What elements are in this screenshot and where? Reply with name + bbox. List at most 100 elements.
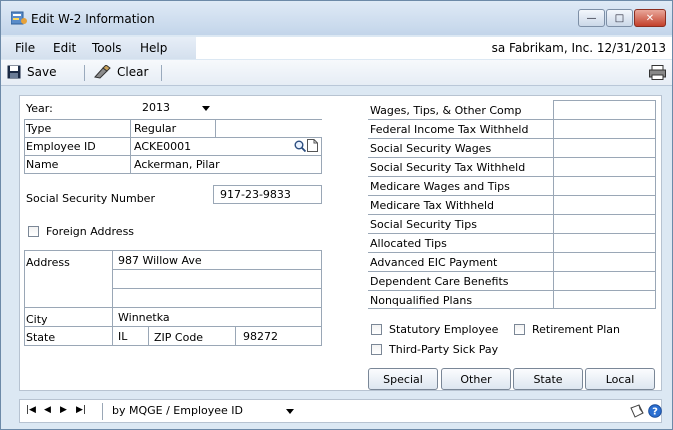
menu-edit[interactable]: Edit — [53, 41, 76, 55]
grid-line — [24, 155, 322, 156]
grid-line — [235, 326, 236, 345]
federal-tax-label: Federal Income Tax Withheld — [370, 123, 529, 136]
other-button[interactable]: Other — [441, 368, 511, 390]
grid-line — [368, 252, 656, 253]
grid-line — [553, 100, 554, 309]
clear-button[interactable]: Clear — [93, 65, 148, 79]
chevron-down-icon — [286, 409, 294, 414]
grid-line — [368, 271, 656, 272]
other-label: Other — [460, 372, 492, 386]
dependent-care-field[interactable] — [556, 275, 653, 289]
federal-tax-field[interactable] — [556, 123, 653, 137]
ss-tips-label: Social Security Tips — [370, 218, 477, 231]
employee-id-field[interactable]: ACKE0001 — [134, 140, 191, 153]
last-record-button[interactable]: ▶| — [76, 405, 86, 415]
state-button[interactable]: State — [513, 368, 583, 390]
lookup-icon[interactable] — [294, 140, 306, 152]
sort-order-value: by MQGE / Employee ID — [112, 404, 244, 417]
menu-tools[interactable]: Tools — [92, 41, 122, 55]
help-icon[interactable]: ? — [648, 404, 662, 418]
name-value: Ackerman, Pilar — [134, 158, 220, 171]
grid-line — [112, 288, 322, 289]
previous-record-button[interactable]: ◀ — [44, 405, 51, 415]
next-record-button[interactable]: ▶ — [60, 405, 67, 415]
retirement-plan-checkbox[interactable] — [514, 324, 525, 335]
foreign-address-checkbox[interactable] — [28, 226, 39, 237]
grid-line — [112, 250, 113, 345]
minimize-button[interactable]: — — [578, 9, 605, 27]
eic-payment-field[interactable] — [556, 256, 653, 270]
local-button[interactable]: Local — [585, 368, 655, 390]
ss-wages-field[interactable] — [556, 142, 653, 156]
name-label: Name — [26, 158, 59, 171]
status-separator — [102, 403, 103, 420]
grid-line — [321, 137, 322, 173]
special-button[interactable]: Special — [368, 368, 438, 390]
menu-strip: File Edit Tools Help — [1, 37, 196, 59]
grid-line — [24, 307, 322, 308]
nonqualified-plans-label: Nonqualified Plans — [370, 294, 473, 307]
menu-file[interactable]: File — [15, 41, 35, 55]
grid-line — [368, 308, 656, 309]
title-bar: Edit W-2 Information — □ ✕ — [1, 1, 672, 35]
address-line-1[interactable]: 987 Willow Ave — [114, 254, 202, 267]
year-label: Year: — [26, 102, 53, 115]
ssn-label: Social Security Number — [26, 192, 155, 205]
grid-line — [368, 138, 656, 139]
save-icon — [7, 65, 21, 79]
zip-field[interactable]: 98272 — [239, 330, 278, 343]
grid-line — [112, 269, 322, 270]
medicare-tax-label: Medicare Tax Withheld — [370, 199, 495, 212]
first-record-button[interactable]: |◀ — [26, 405, 36, 415]
state-field[interactable]: IL — [114, 330, 127, 343]
allocated-tips-field[interactable] — [556, 237, 653, 251]
ss-tax-label: Social Security Tax Withheld — [370, 161, 526, 174]
toolbar: Save Clear — [1, 60, 672, 86]
note-window-icon[interactable] — [630, 404, 644, 418]
city-field[interactable]: Winnetka — [114, 311, 170, 324]
menu-bar: File Edit Tools Help sa Fabrikam, Inc. 1… — [1, 37, 672, 59]
grid-line — [368, 119, 656, 120]
state-label: State — [26, 331, 56, 344]
grid-line — [130, 119, 131, 173]
wages-field[interactable] — [556, 104, 653, 118]
eic-payment-label: Advanced EIC Payment — [370, 256, 498, 269]
third-party-sick-pay-checkbox[interactable] — [371, 344, 382, 355]
grid-line — [24, 137, 322, 138]
address-line-3[interactable] — [114, 292, 319, 306]
clear-label: Clear — [117, 65, 149, 79]
grid-line — [368, 176, 656, 177]
menu-help[interactable]: Help — [140, 41, 167, 55]
sort-order-select[interactable]: by MQGE / Employee ID — [108, 402, 298, 420]
type-value: Regular — [134, 122, 177, 135]
type-label: Type — [26, 122, 52, 135]
medicare-tax-field[interactable] — [556, 199, 653, 213]
grid-line — [368, 290, 656, 291]
allocated-tips-label: Allocated Tips — [370, 237, 447, 250]
nonqualified-plans-field[interactable] — [556, 294, 653, 307]
statutory-employee-checkbox[interactable] — [371, 324, 382, 335]
medicare-wages-label: Medicare Wages and Tips — [370, 180, 510, 193]
year-select[interactable]: 2013 — [132, 99, 216, 117]
window-title: Edit W-2 Information — [31, 12, 155, 26]
medicare-wages-field[interactable] — [556, 180, 653, 194]
ss-wages-label: Social Security Wages — [370, 142, 492, 155]
ss-tips-field[interactable] — [556, 218, 653, 232]
address-line-2[interactable] — [114, 273, 319, 287]
grid-line — [368, 157, 656, 158]
ss-tax-field[interactable] — [556, 161, 653, 175]
grid-line — [24, 326, 322, 327]
close-button[interactable]: ✕ — [634, 9, 666, 27]
company-info: sa Fabrikam, Inc. 12/31/2013 — [491, 41, 666, 55]
main-panel: Year: 2013 Type Regular Employee ID ACKE… — [19, 95, 662, 391]
ssn-field[interactable]: 917-23-9833 — [213, 185, 322, 204]
print-icon[interactable] — [649, 65, 666, 80]
ssn-value: 917-23-9833 — [220, 188, 291, 201]
save-button[interactable]: Save — [7, 65, 56, 79]
note-icon[interactable] — [307, 139, 318, 152]
third-party-sick-pay-label: Third-Party Sick Pay — [389, 343, 499, 356]
city-label: City — [26, 313, 48, 326]
maximize-button[interactable]: □ — [606, 9, 633, 27]
employee-id-label: Employee ID — [26, 140, 96, 153]
grid-line — [24, 250, 25, 345]
